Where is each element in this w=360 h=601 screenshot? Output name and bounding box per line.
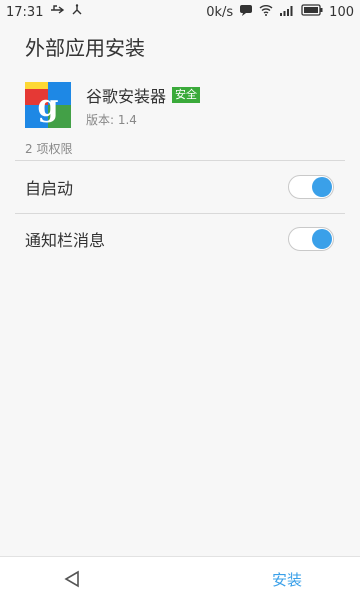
page-title: 外部应用安装 [25, 35, 145, 60]
app-name-row: 谷歌安装器 安全 [86, 83, 201, 107]
status-time: 17:31 [6, 4, 44, 20]
svg-text:g: g [38, 89, 59, 124]
wifi-icon [259, 4, 273, 20]
google-installer-icon: g [25, 82, 71, 128]
toggle-knob [312, 177, 332, 197]
battery-icon [301, 4, 323, 20]
status-speed: 0k/s [206, 4, 234, 20]
app-info: g 谷歌安装器 安全 版本: 1.4 [25, 80, 345, 130]
app-text: 谷歌安装器 安全 版本: 1.4 [86, 83, 201, 128]
permission-row-notification: 通知栏消息 [0, 213, 360, 265]
signal-icon [279, 4, 295, 20]
app-name: 谷歌安装器 [86, 86, 167, 106]
install-button[interactable]: 安装 [272, 569, 302, 590]
permission-label: 通知栏消息 [25, 231, 106, 250]
bottom-bar: 安装 [0, 556, 360, 601]
status-right: 0k/s 100 [206, 4, 360, 20]
notification-toggle[interactable] [288, 227, 334, 251]
app-version: 版本: 1.4 [86, 112, 137, 127]
permission-count: 2 项权限 [25, 142, 73, 156]
toggle-knob [312, 229, 332, 249]
permission-row-autostart: 自启动 [0, 161, 360, 213]
status-bar: 17:31 0k/s 100 [0, 0, 360, 24]
header: 外部应用安装 [0, 24, 360, 68]
message-icon [239, 4, 253, 20]
status-left: 17:31 [0, 4, 83, 20]
status-battery-level: 100 [329, 4, 354, 20]
permission-label: 自启动 [25, 179, 74, 198]
autostart-toggle[interactable] [288, 175, 334, 199]
network-icon [71, 4, 83, 20]
back-triangle-icon[interactable] [60, 567, 84, 591]
usb-icon [49, 4, 65, 20]
safe-badge: 安全 [172, 86, 201, 103]
